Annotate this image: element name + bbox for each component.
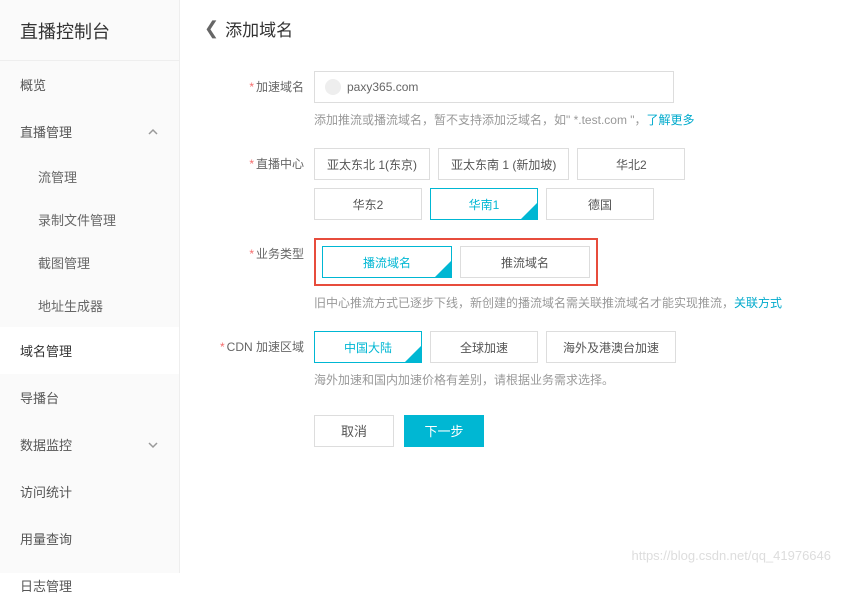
sidebar-item-live-mgmt[interactable]: 直播管理 — [0, 108, 179, 155]
chevron-up-icon — [147, 126, 159, 138]
sidebar-sub-urlgen[interactable]: 地址生成器 — [0, 284, 179, 327]
label-biztype: *业务类型 — [204, 238, 314, 262]
cdn-option-overseas[interactable]: 海外及港澳台加速 — [546, 331, 676, 363]
center-option-tokyo[interactable]: 亚太东北 1(东京) — [314, 148, 430, 180]
sidebar-item-access-stats[interactable]: 访问统计 — [0, 468, 179, 515]
biztype-hint: 旧中心推流方式已逐步下线，新创建的播流域名需关联推流域名才能实现推流，关联方式 — [314, 294, 821, 313]
biztype-highlight: 播流域名 推流域名 — [314, 238, 598, 286]
domain-icon — [325, 79, 341, 95]
sidebar-item-overview[interactable]: 概览 — [0, 61, 179, 108]
back-icon[interactable]: ❮ — [204, 18, 219, 39]
cdn-option-mainland[interactable]: 中国大陆 — [314, 331, 422, 363]
sidebar-item-logs[interactable]: 日志管理 — [0, 562, 179, 609]
main-content: ❮ 添加域名 *加速域名 paxy365.com 添加推流或播流域名，暂不支持添… — [180, 0, 845, 573]
watermark: https://blog.csdn.net/qq_41976646 — [632, 548, 832, 563]
cancel-button[interactable]: 取消 — [314, 415, 394, 447]
link-method-link[interactable]: 关联方式 — [734, 296, 782, 310]
label-cdn: *CDN 加速区域 — [204, 331, 314, 355]
center-option-germany[interactable]: 德国 — [546, 188, 654, 220]
sidebar: 直播控制台 概览 直播管理 流管理 录制文件管理 截图管理 地址生成器 域名管理… — [0, 0, 180, 573]
biztype-option-play[interactable]: 播流域名 — [322, 246, 452, 278]
domain-hint: 添加推流或播流域名，暂不支持添加泛域名，如" *.test.com "，了解更多 — [314, 111, 821, 130]
chevron-down-icon — [147, 439, 159, 451]
center-option-singapore[interactable]: 亚太东南 1 (新加坡) — [438, 148, 569, 180]
label-domain: *加速域名 — [204, 71, 314, 95]
center-option-north2[interactable]: 华北2 — [577, 148, 685, 180]
sidebar-item-usage[interactable]: 用量查询 — [0, 515, 179, 562]
learn-more-link[interactable]: 了解更多 — [647, 113, 695, 127]
page-header: ❮ 添加域名 — [204, 16, 821, 41]
sidebar-item-domain[interactable]: 域名管理 — [0, 327, 179, 374]
sidebar-sub-record[interactable]: 录制文件管理 — [0, 198, 179, 241]
domain-input[interactable]: paxy365.com — [314, 71, 674, 103]
biztype-option-push[interactable]: 推流域名 — [460, 246, 590, 278]
next-button[interactable]: 下一步 — [404, 415, 484, 447]
label-center: *直播中心 — [204, 148, 314, 172]
sidebar-item-director[interactable]: 导播台 — [0, 374, 179, 421]
page-title: 添加域名 — [225, 16, 293, 41]
cdn-hint: 海外加速和国内加速价格有差别，请根据业务需求选择。 — [314, 371, 821, 390]
sidebar-item-data-monitor[interactable]: 数据监控 — [0, 421, 179, 468]
sidebar-sub-screenshot[interactable]: 截图管理 — [0, 241, 179, 284]
sidebar-title: 直播控制台 — [0, 0, 179, 61]
sidebar-sub-stream[interactable]: 流管理 — [0, 155, 179, 198]
cdn-option-global[interactable]: 全球加速 — [430, 331, 538, 363]
center-option-east2[interactable]: 华东2 — [314, 188, 422, 220]
center-option-south1[interactable]: 华南1 — [430, 188, 538, 220]
